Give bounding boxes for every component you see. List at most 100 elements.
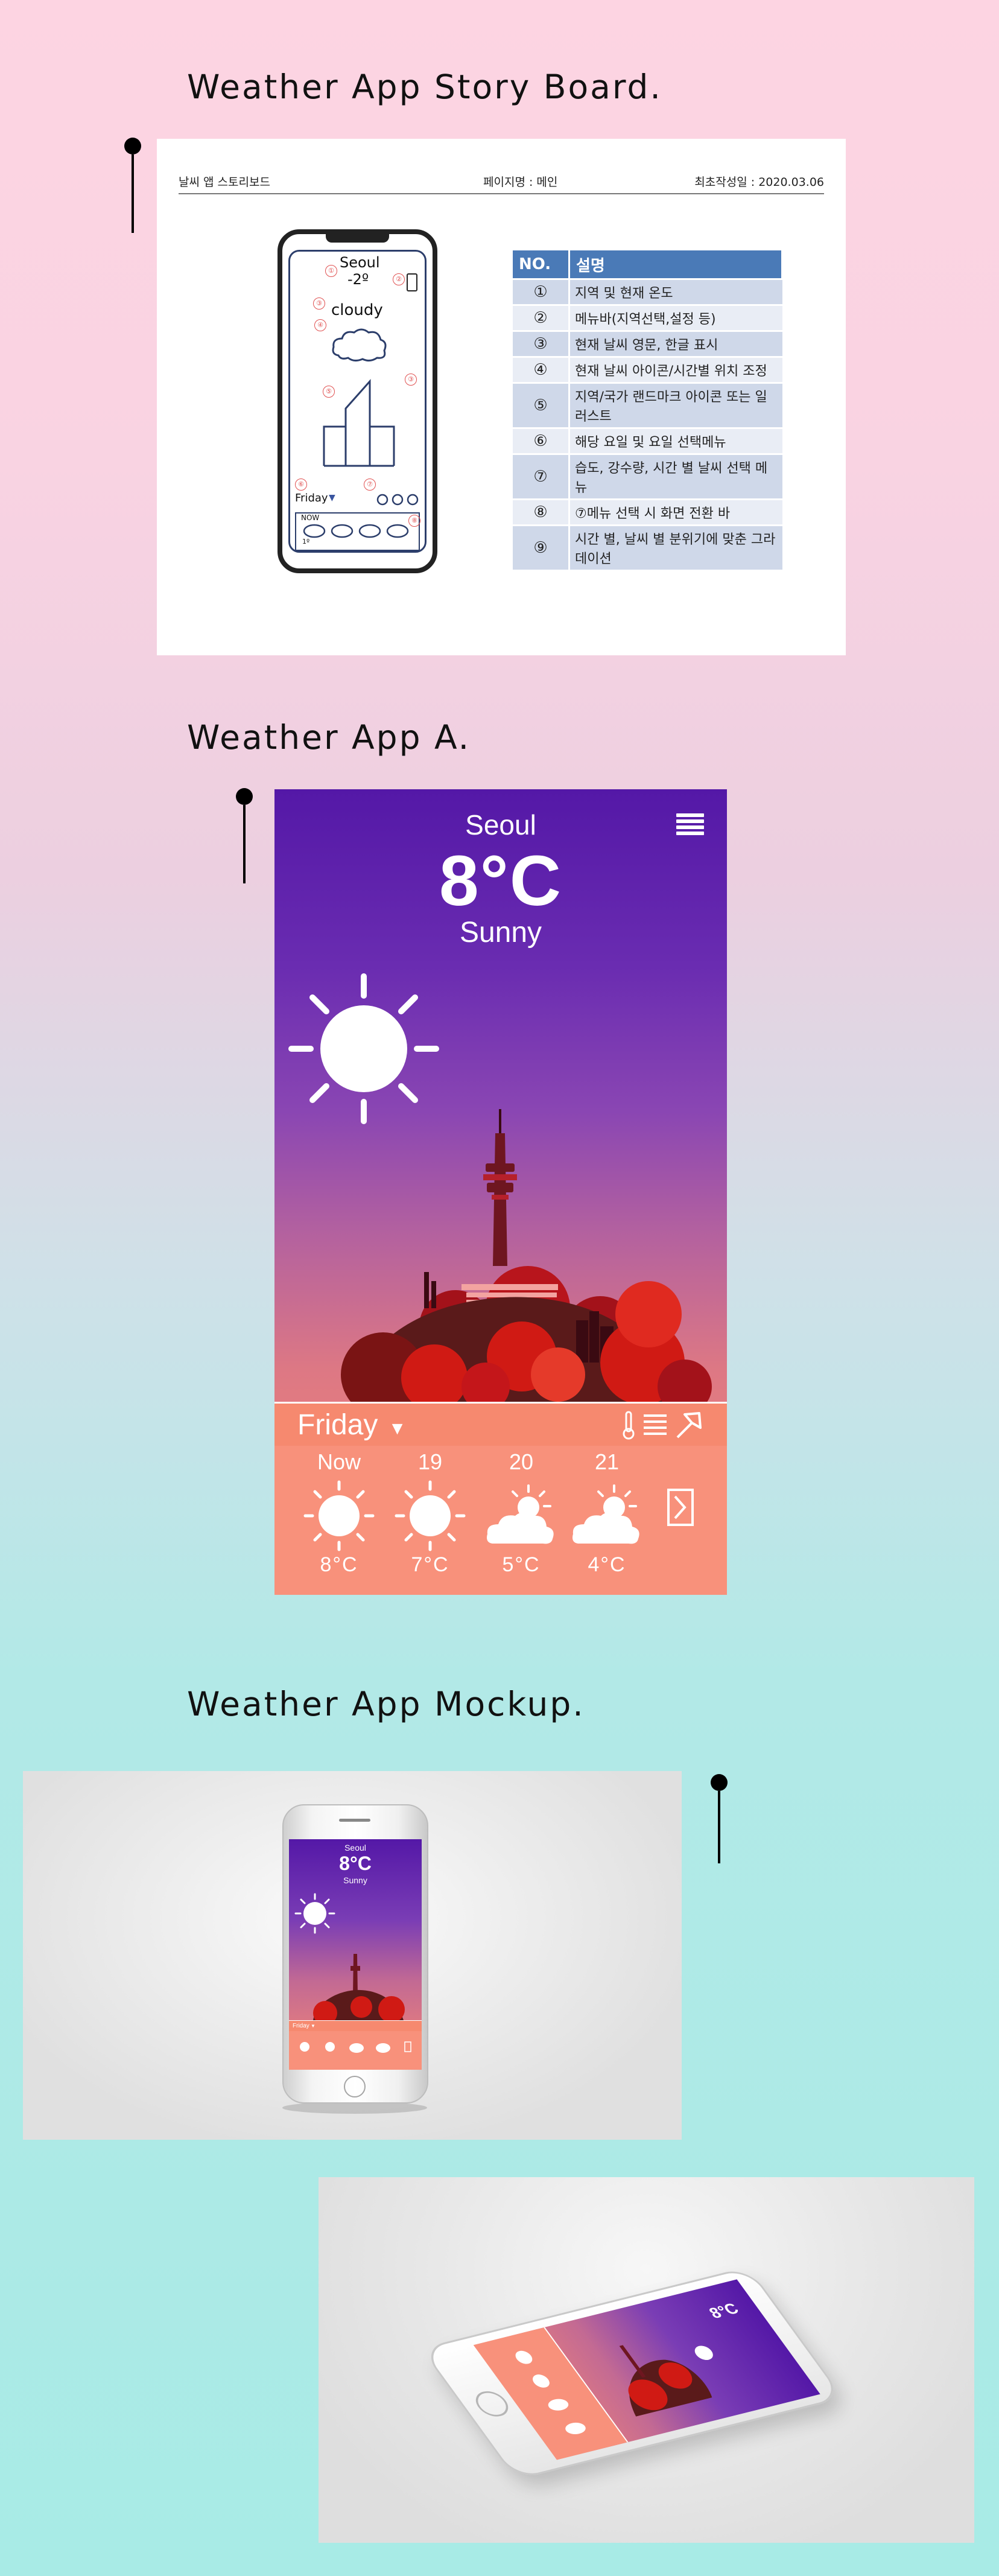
table-cell-no: ③ bbox=[513, 330, 570, 357]
table-cell-no: ① bbox=[513, 278, 570, 305]
menu-icon[interactable] bbox=[676, 813, 704, 838]
sketch-options-icon bbox=[376, 494, 419, 506]
marker-8: ⑧ bbox=[408, 515, 420, 527]
condition-label: Sunny bbox=[459, 917, 542, 949]
phone-speaker bbox=[339, 1819, 370, 1822]
marker-6: ⑥ bbox=[295, 479, 307, 491]
table-cell-no: ⑧ bbox=[513, 498, 570, 526]
rain-icon[interactable] bbox=[641, 1412, 669, 1439]
cloud-sun-icon bbox=[487, 1484, 554, 1544]
sketch-phone: Seoul -2º cloudy Friday ▼ NOW 1º ① ② ③ ④… bbox=[278, 229, 437, 573]
table-cell-desc: ⑦메뉴 선택 시 화면 전환 바 bbox=[569, 498, 782, 526]
table-cell-no: ② bbox=[513, 304, 570, 331]
cloud-sun-icon bbox=[572, 1484, 639, 1544]
mockup-temperature: 8°C bbox=[339, 1852, 372, 1874]
table-cell-no: ⑥ bbox=[513, 427, 570, 454]
forecast-temp: 5°C bbox=[502, 1553, 541, 1576]
next-arrow-icon[interactable] bbox=[667, 1488, 694, 1527]
forecast-time: Now bbox=[317, 1449, 361, 1474]
table-cell-desc: 시간 별, 날씨 별 분위기에 맞춘 그라데이션 bbox=[569, 524, 782, 570]
sketch-screen: Seoul -2º cloudy Friday ▼ NOW 1º ① ② ③ ④… bbox=[288, 250, 427, 553]
sketch-forecast-clouds-icon bbox=[303, 524, 409, 538]
forecast-item[interactable]: Now 8°C bbox=[294, 1449, 384, 1577]
mockup-front: Seoul 8°C Sunny Friday ▼ bbox=[23, 1771, 682, 2140]
table-cell-desc: 지역/국가 랜드마크 아이콘 또는 일러스트 bbox=[569, 382, 782, 428]
forecast-icons bbox=[300, 2041, 411, 2053]
marker-5: ⑤ bbox=[323, 386, 335, 398]
forecast-item[interactable]: 21 4°C bbox=[562, 1449, 652, 1577]
sketch-day: Friday bbox=[295, 492, 328, 504]
forecast-item[interactable]: 20 5°C bbox=[476, 1449, 566, 1577]
table-cell-desc: 해당 요일 및 요일 선택메뉴 bbox=[569, 427, 782, 454]
sketch-temp: -2º bbox=[347, 271, 369, 288]
storyboard-table: NO. 설명 ① 지역 및 현재 온도 ② 메뉴바(지역선택,설정 등) ③ 현… bbox=[513, 250, 783, 570]
mockup-perspective: 8°C bbox=[319, 2177, 974, 2543]
table-cell-desc: 현재 날씨 영문, 한글 표시 bbox=[569, 330, 782, 357]
forecast-temp: 8°C bbox=[320, 1553, 358, 1576]
day-selector-bar: Friday ▼ bbox=[274, 1402, 727, 1448]
sketch-city: Seoul bbox=[340, 254, 380, 271]
table-row: ④ 현재 날씨 아이콘/시간별 위치 조정 bbox=[513, 356, 782, 383]
chevron-down-icon: ▼ bbox=[309, 2023, 316, 2029]
marker-1: ① bbox=[325, 265, 337, 277]
home-button bbox=[344, 2076, 366, 2097]
marker-3b: ③ bbox=[405, 374, 417, 386]
moon-icon bbox=[401, 1907, 422, 1930]
storyboard-header-title: 날씨 앱 스토리보드 bbox=[179, 176, 270, 189]
storyboard-header-date: 최초작성일 : 2020.03.06 bbox=[694, 176, 824, 189]
sketch-menu-icon bbox=[407, 273, 417, 291]
weather-app-screen: Seoul 8°C Sunny Friday ▼ Now 8°C 19 7°C … bbox=[274, 789, 727, 1595]
forecast-temp: 7°C bbox=[411, 1553, 449, 1576]
sun-icon bbox=[294, 1893, 335, 1934]
app-a-section-title: Weather App A. bbox=[187, 718, 471, 757]
day-label: Friday bbox=[297, 1409, 378, 1441]
forecast-temp: 4°C bbox=[588, 1553, 626, 1576]
phone-frame: Seoul 8°C Sunny Friday ▼ bbox=[282, 1804, 428, 2104]
table-cell-desc: 지역 및 현재 온도 bbox=[569, 278, 782, 305]
table-row: ⑨ 시간 별, 날씨 별 분위기에 맞춘 그라데이션 bbox=[513, 524, 782, 570]
sketch-cloud-icon bbox=[332, 328, 387, 362]
sketch-notch bbox=[326, 233, 389, 243]
sketch-forecast-bar: NOW 1º bbox=[295, 512, 420, 551]
forecast-item[interactable]: 19 7°C bbox=[385, 1449, 475, 1577]
mockup-temperature: 8°C bbox=[705, 2299, 743, 2322]
storyboard-card: 날씨 앱 스토리보드 페이지명 : 메인 최초작성일 : 2020.03.06 … bbox=[157, 139, 846, 655]
seoul-tower-illustration bbox=[313, 1954, 405, 2020]
table-cell-no: ⑨ bbox=[513, 524, 570, 570]
table-cell-desc: 습도, 강수량, 시간 별 날씨 선택 메뉴 bbox=[569, 453, 782, 500]
marker-3: ③ bbox=[313, 297, 325, 310]
table-cell-desc: 현재 날씨 아이콘/시간별 위치 조정 bbox=[569, 356, 782, 383]
sketch-now-label: NOW bbox=[301, 514, 320, 522]
table-row: ⑧ ⑦메뉴 선택 시 화면 전환 바 bbox=[513, 498, 782, 526]
city-label: Seoul bbox=[465, 809, 536, 841]
pin-icon bbox=[124, 138, 141, 233]
forecast-time: 21 bbox=[594, 1449, 620, 1474]
table-cell-no: ⑤ bbox=[513, 382, 570, 428]
storyboard-header: 날씨 앱 스토리보드 페이지명 : 메인 최초작성일 : 2020.03.06 bbox=[179, 173, 824, 194]
thermometer-icon[interactable] bbox=[622, 1411, 635, 1440]
forecast-time: 20 bbox=[509, 1449, 534, 1474]
sketch-condition: cloudy bbox=[331, 301, 383, 319]
mockup-condition: Sunny bbox=[343, 1875, 367, 1885]
storyboard-header-page: 페이지명 : 메인 bbox=[483, 176, 558, 189]
day-selector[interactable]: Friday ▼ bbox=[297, 1408, 406, 1442]
marker-7: ⑦ bbox=[364, 479, 376, 491]
table-row: ⑤ 지역/국가 랜드마크 아이콘 또는 일러스트 bbox=[513, 382, 782, 428]
wind-icon[interactable] bbox=[675, 1410, 704, 1440]
mockup-screen: Seoul 8°C Sunny Friday ▼ bbox=[289, 1839, 422, 2070]
pin-icon bbox=[711, 1774, 728, 1863]
marker-2: ② bbox=[393, 273, 405, 285]
sun-icon bbox=[303, 1480, 375, 1551]
temperature-label: 8°C bbox=[439, 841, 563, 921]
mockup-forecast bbox=[289, 2031, 422, 2070]
phone-shadow bbox=[282, 2102, 427, 2114]
pin-icon bbox=[236, 788, 253, 883]
table-header-desc: 설명 bbox=[569, 250, 783, 279]
table-cell-no: ④ bbox=[513, 356, 570, 383]
mockup-day-bar: Friday ▼ bbox=[289, 2020, 422, 2032]
mockup-city: Seoul bbox=[344, 1843, 366, 1852]
table-row: ① 지역 및 현재 온도 bbox=[513, 278, 782, 305]
table-row: ⑦ 습도, 강수량, 시간 별 날씨 선택 메뉴 bbox=[513, 453, 782, 500]
seoul-tower-illustration bbox=[341, 1109, 712, 1402]
table-row: ② 메뉴바(지역선택,설정 등) bbox=[513, 304, 782, 331]
